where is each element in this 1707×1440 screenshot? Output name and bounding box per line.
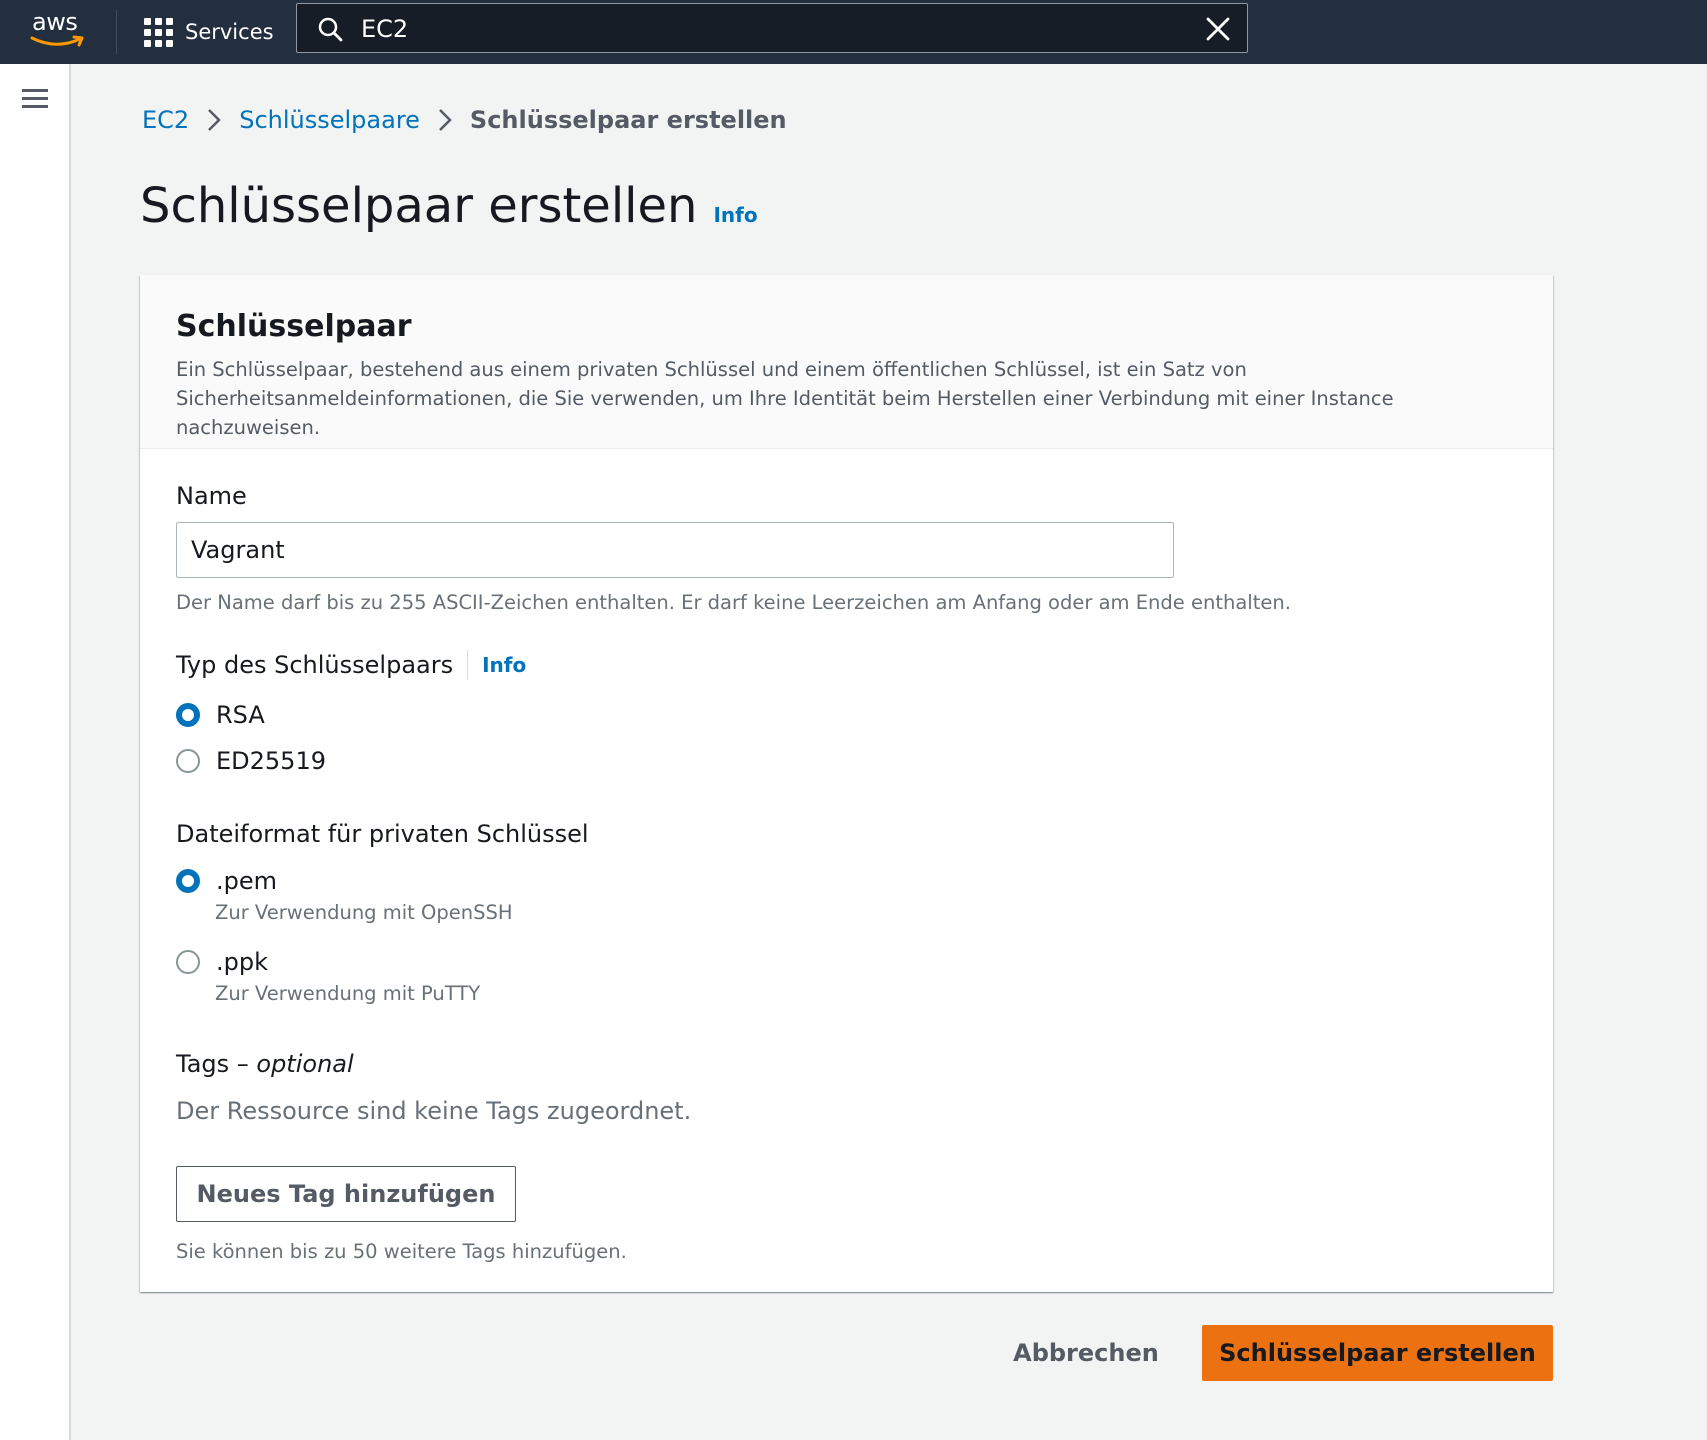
page-header: Schlüsselpaar erstellen Info bbox=[140, 178, 758, 234]
breadcrumb-link-key-pairs[interactable]: Schlüsselpaare bbox=[239, 106, 420, 134]
radio-ed25519[interactable] bbox=[176, 749, 200, 773]
panel-header: Schlüsselpaar Ein Schlüsselpaar, bestehe… bbox=[140, 275, 1553, 449]
aws-smile-icon bbox=[30, 35, 84, 47]
services-label: Services bbox=[185, 20, 274, 44]
radio-ppk[interactable] bbox=[176, 950, 200, 974]
create-key-pair-button[interactable]: Schlüsselpaar erstellen bbox=[1202, 1325, 1553, 1381]
search-icon bbox=[318, 17, 343, 42]
nav-divider bbox=[116, 10, 117, 54]
radio-label-rsa: RSA bbox=[216, 701, 265, 729]
services-menu-button[interactable]: Services bbox=[144, 12, 274, 52]
breadcrumb-link-ec2[interactable]: EC2 bbox=[142, 106, 189, 134]
tags-hint: Sie können bis zu 50 weitere Tags hinzuf… bbox=[176, 1240, 627, 1263]
file-format-option-ppk[interactable]: .ppk bbox=[176, 948, 268, 976]
chevron-right-icon bbox=[207, 108, 221, 132]
hamburger-menu-icon[interactable] bbox=[22, 88, 48, 110]
ppk-description: Zur Verwendung mit PuTTY bbox=[215, 982, 481, 1005]
radio-rsa[interactable] bbox=[176, 703, 200, 727]
cancel-button[interactable]: Abbrechen bbox=[1002, 1325, 1170, 1381]
tags-label: Tags – optional bbox=[176, 1050, 354, 1078]
app-grid-icon bbox=[144, 17, 173, 47]
page-title: Schlüsselpaar erstellen bbox=[140, 178, 698, 234]
add-tag-button[interactable]: Neues Tag hinzufügen bbox=[176, 1166, 516, 1222]
radio-label-ed25519: ED25519 bbox=[216, 747, 326, 775]
panel-title: Schlüsselpaar bbox=[176, 309, 412, 344]
file-format-label: Dateiformat für privaten Schlüssel bbox=[176, 820, 589, 848]
label-separator bbox=[467, 650, 469, 680]
panel-description: Ein Schlüsselpaar, bestehend aus einem p… bbox=[176, 358, 1394, 439]
chevron-right-icon bbox=[438, 108, 452, 132]
name-hint: Der Name darf bis zu 255 ASCII-Zeichen e… bbox=[176, 591, 1291, 614]
key-type-label-row: Typ des Schlüsselpaars Info bbox=[176, 650, 526, 680]
breadcrumb: EC2 Schlüsselpaare Schlüsselpaar erstell… bbox=[142, 104, 787, 136]
side-navigation bbox=[0, 64, 71, 1440]
key-type-option-ed25519[interactable]: ED25519 bbox=[176, 747, 326, 775]
top-navigation-bar: aws Services bbox=[0, 0, 1707, 64]
tags-label-text: Tags – bbox=[176, 1050, 257, 1078]
name-label: Name bbox=[176, 482, 247, 510]
name-input[interactable] bbox=[176, 522, 1174, 578]
clear-search-icon[interactable] bbox=[1205, 16, 1231, 42]
key-pair-panel: Schlüsselpaar Ein Schlüsselpaar, bestehe… bbox=[140, 275, 1553, 1292]
page-info-link[interactable]: Info bbox=[713, 203, 757, 227]
search-input[interactable] bbox=[359, 10, 1183, 48]
pem-description: Zur Verwendung mit OpenSSH bbox=[215, 901, 513, 924]
tags-empty-text: Der Ressource sind keine Tags zugeordnet… bbox=[176, 1097, 692, 1125]
radio-label-ppk: .ppk bbox=[216, 948, 268, 976]
key-type-label: Typ des Schlüsselpaars bbox=[176, 651, 454, 679]
file-format-option-pem[interactable]: .pem bbox=[176, 867, 277, 895]
key-type-info-link[interactable]: Info bbox=[482, 653, 526, 677]
radio-label-pem: .pem bbox=[216, 867, 278, 895]
search-box[interactable] bbox=[296, 3, 1248, 53]
tags-optional-text: optional bbox=[256, 1050, 354, 1078]
radio-pem[interactable] bbox=[176, 869, 200, 893]
breadcrumb-current: Schlüsselpaar erstellen bbox=[469, 106, 787, 134]
aws-logo-text: aws bbox=[32, 8, 78, 36]
key-type-option-rsa[interactable]: RSA bbox=[176, 701, 265, 729]
aws-logo[interactable]: aws bbox=[26, 4, 92, 54]
